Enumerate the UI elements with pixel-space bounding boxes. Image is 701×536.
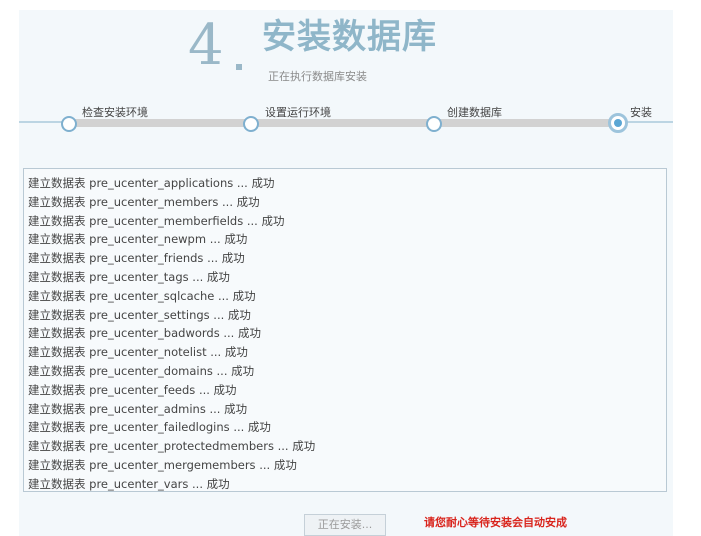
log-line: 建立数据表 pre_ucenter_friends ... 成功 xyxy=(28,251,245,266)
wait-notice: 请您耐心等待安装会自动安成 xyxy=(424,516,567,529)
log-line: 建立数据表 pre_ucenter_protectedmembers ... 成… xyxy=(28,439,316,454)
log-line: 建立数据表 pre_ucenter_members ... 成功 xyxy=(28,194,260,209)
step-circle-2 xyxy=(243,116,259,132)
log-line: 建立数据表 pre_ucenter_badwords ... 成功 xyxy=(28,326,261,341)
step-circle-1 xyxy=(61,116,77,132)
step-number-dot xyxy=(236,64,242,70)
log-line: 建立数据表 pre_ucenter_mergemembers ... 成功 xyxy=(28,457,297,472)
log-line: 建立数据表 pre_ucenter_vars ... 成功 xyxy=(28,476,230,491)
log-line: 建立数据表 pre_ucenter_domains ... 成功 xyxy=(28,363,255,378)
step-circle-4-active xyxy=(608,113,628,133)
step-label-check-env: 检查安装环境 xyxy=(82,106,148,119)
step-label-install: 安装 xyxy=(630,106,652,119)
active-step-dot xyxy=(614,119,622,127)
log-line: 建立数据表 pre_ucenter_notelist ... 成功 xyxy=(28,345,248,360)
log-line: 建立数据表 pre_ucenter_failedlogins ... 成功 xyxy=(28,420,271,435)
install-log[interactable]: 建立数据表 pre_ucenter_applications ... 成功 建立… xyxy=(23,168,667,492)
log-line: 建立数据表 pre_ucenter_newpm ... 成功 xyxy=(28,232,248,247)
installing-button[interactable]: 正在安装... xyxy=(304,514,386,536)
step-circle-3 xyxy=(426,116,442,132)
step-label-setup-env: 设置运行环境 xyxy=(265,106,331,119)
step-number: 4 xyxy=(188,13,224,78)
log-line: 建立数据表 pre_ucenter_sqlcache ... 成功 xyxy=(28,288,256,303)
log-line: 建立数据表 pre_ucenter_feeds ... 成功 xyxy=(28,382,237,397)
log-line: 建立数据表 pre_ucenter_admins ... 成功 xyxy=(28,401,248,416)
progress-bar xyxy=(70,119,618,127)
page-subtitle: 正在执行数据库安装 xyxy=(268,70,367,83)
log-line: 建立数据表 pre_ucenter_applications ... 成功 xyxy=(28,176,275,190)
log-line: 建立数据表 pre_ucenter_tags ... 成功 xyxy=(28,269,230,284)
step-label-create-db: 创建数据库 xyxy=(447,106,502,119)
log-line: 建立数据表 pre_ucenter_memberfields ... 成功 xyxy=(28,213,285,228)
page-title: 安装数据库 xyxy=(262,17,437,57)
log-line: 建立数据表 pre_ucenter_settings ... 成功 xyxy=(28,307,251,322)
